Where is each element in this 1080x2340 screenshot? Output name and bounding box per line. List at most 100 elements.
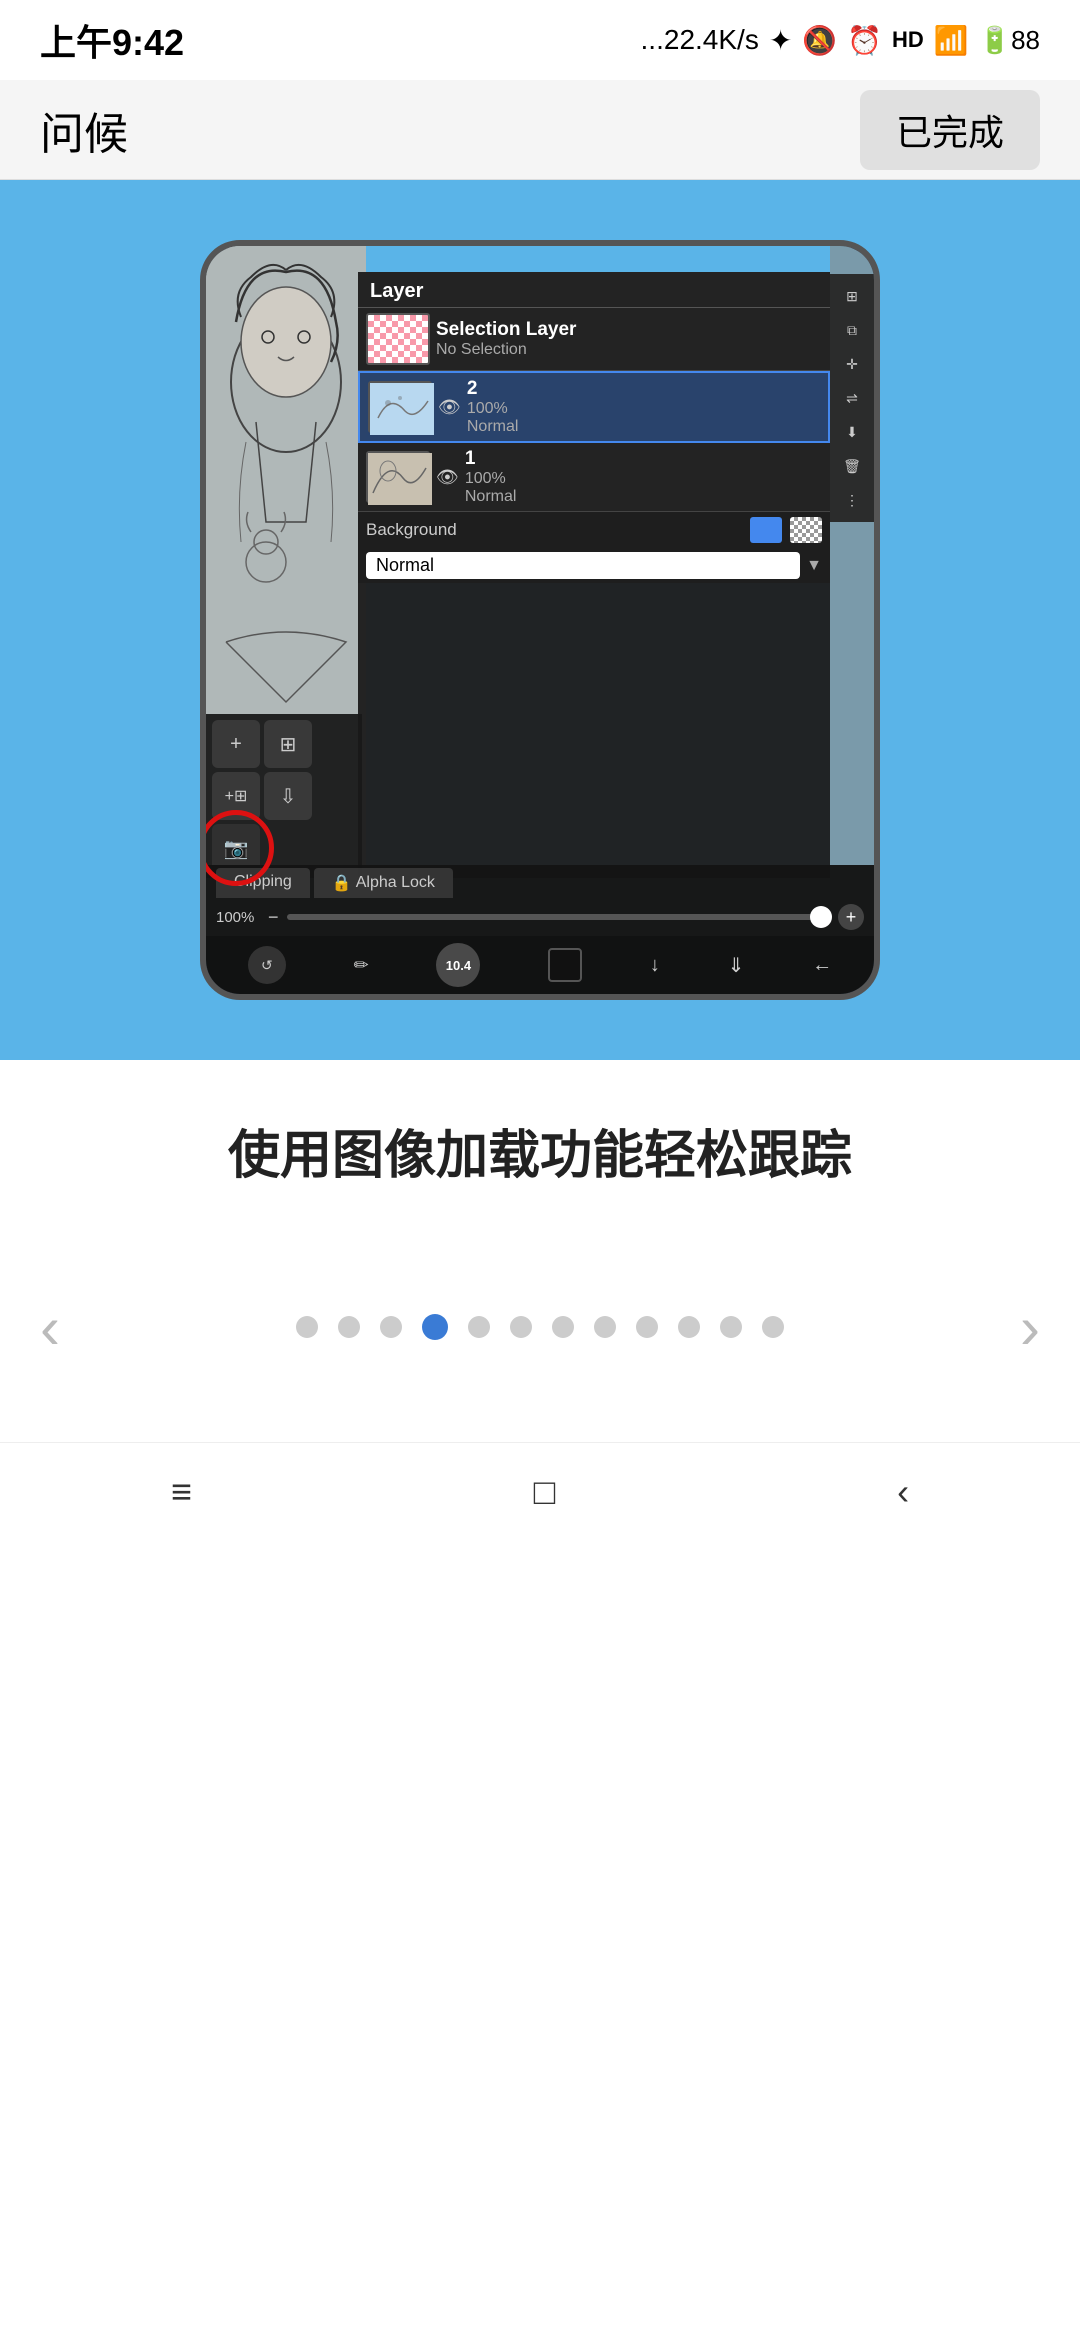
layer-1-mode: Normal <box>465 488 822 506</box>
page-dot-11[interactable] <box>720 1316 742 1338</box>
pen-tool[interactable]: ✏ <box>354 955 369 976</box>
background-checker-swatch <box>790 517 822 543</box>
duplicate-button[interactable]: ⊞ <box>264 720 312 768</box>
page-dot-7[interactable] <box>552 1316 574 1338</box>
sidebar-delete-icon[interactable]: 🗑 <box>834 450 870 482</box>
blend-arrow: ▼ <box>806 557 822 575</box>
status-icons: ...22.4K/s ✦ 🔕 ⏰ HD 📶 🔋88 <box>641 24 1040 57</box>
status-time: 上午9:42 <box>40 14 184 66</box>
add-group-button[interactable]: +⊞ <box>212 772 260 820</box>
layer-1-info: 1 100% Normal <box>465 448 822 506</box>
slider-thumb[interactable] <box>810 906 832 928</box>
sidebar-checkerboard-icon[interactable]: ⊞ <box>834 280 870 312</box>
home-icon[interactable]: □ <box>534 1471 556 1513</box>
back-icon[interactable]: ‹ <box>897 1471 909 1513</box>
selection-layer-info: Selection Layer No Selection <box>436 319 822 359</box>
sidebar-move-icon[interactable]: ✛ <box>834 348 870 380</box>
layer-2-eye[interactable]: 👁 <box>438 397 461 418</box>
layer-2-row[interactable]: 👁 2 100% Normal <box>358 371 830 443</box>
plus-button[interactable]: + <box>838 904 864 930</box>
page-dot-12[interactable] <box>762 1316 784 1338</box>
page-dot-10[interactable] <box>678 1316 700 1338</box>
layer-1-thumb <box>366 451 430 503</box>
down-arrow-icon[interactable]: ↓ <box>650 954 660 977</box>
add-layer-button[interactable]: + <box>212 720 260 768</box>
blend-mode-row: Normal ▼ <box>358 548 830 583</box>
layer-panel: Layer Selection Layer No Selection <box>358 272 830 878</box>
status-bar: 上午9:42 ...22.4K/s ✦ 🔕 ⏰ HD 📶 🔋88 <box>0 0 1080 80</box>
selection-layer-name: Selection Layer <box>436 319 822 341</box>
blend-mode-value[interactable]: Normal <box>366 552 800 579</box>
mute-icon: 🔕 <box>802 24 837 57</box>
transform-tool[interactable]: ↺ <box>248 946 286 984</box>
layer-2-name: 2 <box>467 378 820 400</box>
layer-1-thumb-svg <box>368 453 432 505</box>
lock-icon: 🔒 <box>332 873 352 893</box>
layer-1-row[interactable]: 👁 1 100% Normal <box>358 443 830 512</box>
main-content: Layer Selection Layer No Selection <box>0 180 1080 1442</box>
next-arrow[interactable]: › <box>980 1293 1080 1362</box>
sidebar-layers-icon[interactable]: ⧉ <box>834 314 870 346</box>
layer-2-opacity: 100% <box>467 400 820 418</box>
sidebar-merge-icon[interactable]: ⬇ <box>834 416 870 448</box>
tab-strip: Clipping 🔒 Alpha Lock <box>206 865 874 898</box>
layer-2-mode: Normal <box>467 418 820 436</box>
layer-2-thumb <box>368 381 432 433</box>
hd-icon: HD <box>892 27 924 53</box>
nav-title: 问候 <box>40 98 128 162</box>
back-arrow-icon[interactable]: ← <box>812 954 832 977</box>
app-bottom-nav: ↺ ✏ 10.4 ↓ ⇓ ← <box>206 936 874 994</box>
background-label: Background <box>366 520 742 540</box>
alpha-lock-label: Alpha Lock <box>356 874 435 892</box>
menu-icon[interactable]: ≡ <box>171 1471 192 1513</box>
battery-icon: 🔋88 <box>979 25 1040 56</box>
layer-2-info: 2 100% Normal <box>467 378 820 436</box>
page-dot-8[interactable] <box>594 1316 616 1338</box>
system-bar: ≡ □ ‹ <box>0 1442 1080 1542</box>
caption-text: 使用图像加载功能轻松跟踪 <box>80 1120 1000 1193</box>
signal-icon: 📶 <box>934 24 969 57</box>
left-tool-buttons: + ⊞ +⊞ ⇩ 📷 <box>206 714 362 878</box>
page-dots <box>100 1314 980 1340</box>
alarm-icon: ⏰ <box>847 24 882 57</box>
sidebar-more-icon[interactable]: ⋮ <box>834 484 870 516</box>
right-sidebar: ⊞ ⧉ ✛ ⇌ ⬇ 🗑 ⋮ <box>830 274 874 522</box>
clipping-tab[interactable]: Clipping <box>216 868 310 898</box>
layer-panel-header: Layer <box>358 272 830 308</box>
page-dot-4[interactable] <box>422 1314 448 1340</box>
alpha-lock-tab[interactable]: 🔒 Alpha Lock <box>314 868 453 898</box>
phone-screen: Layer Selection Layer No Selection <box>206 246 874 994</box>
background-row: Background <box>358 512 830 548</box>
selection-layer-row[interactable]: Selection Layer No Selection <box>358 308 830 371</box>
screenshot-container: Layer Selection Layer No Selection <box>0 180 1080 1060</box>
selection-layer-thumb <box>366 313 430 365</box>
network-speed: ...22.4K/s <box>641 24 759 56</box>
layer-1-opacity: 100% <box>465 470 822 488</box>
top-nav: 问候 已完成 <box>0 80 1080 180</box>
double-down-icon[interactable]: ⇓ <box>728 953 745 978</box>
page-dot-6[interactable] <box>510 1316 532 1338</box>
background-blue-swatch <box>750 517 782 543</box>
opacity-slider[interactable] <box>287 914 830 920</box>
bluetooth-icon: ✦ <box>769 24 792 57</box>
page-dot-3[interactable] <box>380 1316 402 1338</box>
minus-button[interactable]: − <box>268 907 279 928</box>
phone-frame: Layer Selection Layer No Selection <box>200 240 880 1000</box>
prev-arrow[interactable]: ‹ <box>0 1293 100 1362</box>
page-dot-2[interactable] <box>338 1316 360 1338</box>
layer-1-eye[interactable]: 👁 <box>436 467 459 488</box>
page-dot-1[interactable] <box>296 1316 318 1338</box>
caption-area: 使用图像加载功能轻松跟踪 <box>0 1060 1080 1253</box>
pagination-area: ‹ › <box>0 1253 1080 1442</box>
layer-panel-title: Layer <box>370 280 423 302</box>
layer-1-name: 1 <box>465 448 822 470</box>
opacity-row: 100% − + <box>206 898 874 936</box>
page-dot-9[interactable] <box>636 1316 658 1338</box>
flatten-button[interactable]: ⇩ <box>264 772 312 820</box>
layer-2-thumb-svg <box>370 383 434 435</box>
selection-layer-sub: No Selection <box>436 341 822 359</box>
color-swatch[interactable] <box>548 948 582 982</box>
done-button[interactable]: 已完成 <box>860 90 1040 170</box>
sidebar-flip-icon[interactable]: ⇌ <box>834 382 870 414</box>
page-dot-5[interactable] <box>468 1316 490 1338</box>
